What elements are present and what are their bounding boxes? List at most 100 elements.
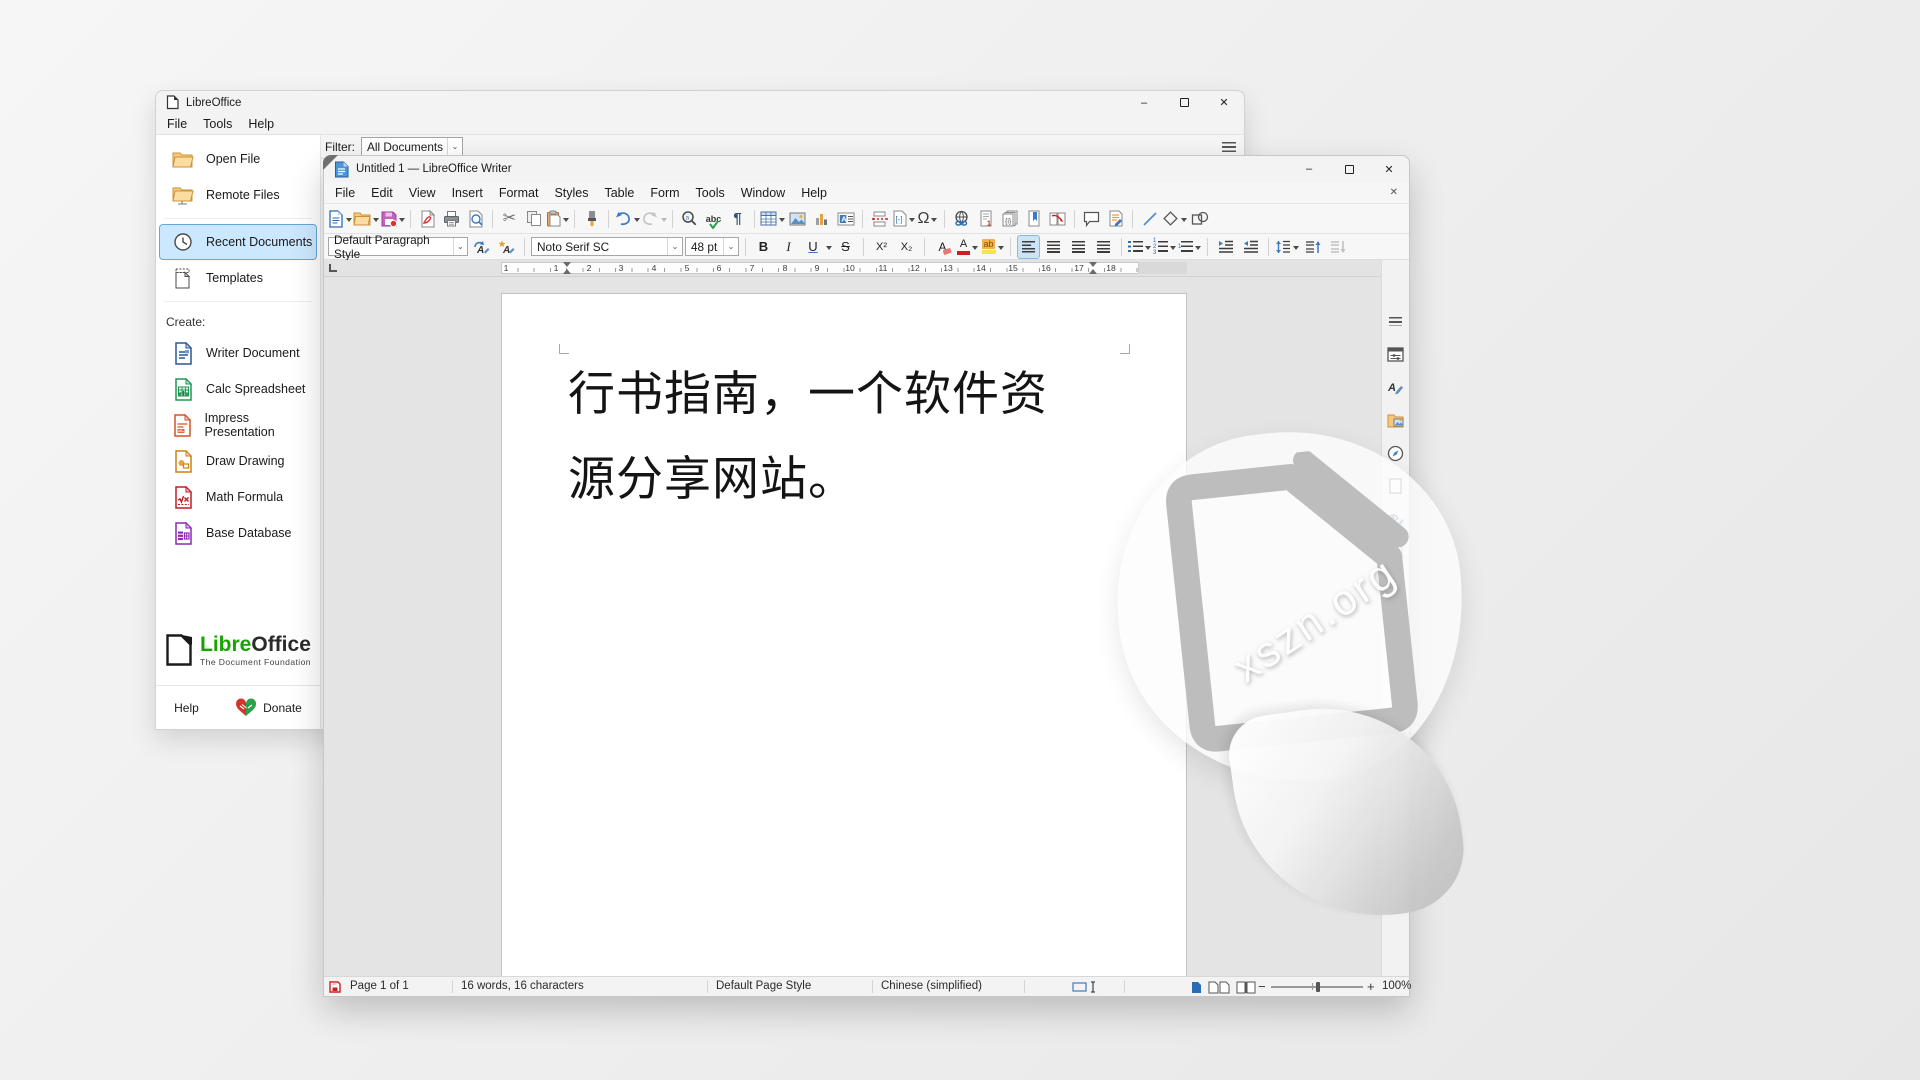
maximize-icon[interactable] — [1329, 156, 1369, 182]
clone-formatting-button[interactable] — [580, 207, 603, 231]
insert-footnote-button[interactable]: 1 — [974, 207, 997, 231]
sidebar-item-writer-document[interactable]: Writer Document — [159, 335, 317, 371]
status-zoom-level[interactable]: 100% — [1382, 980, 1411, 992]
selection-mode-icon[interactable] — [1072, 981, 1098, 996]
cut-button[interactable]: ✂ — [498, 207, 521, 231]
zoom-slider-handle[interactable] — [1316, 982, 1320, 992]
paragraph-style-combobox[interactable]: Default Paragraph Style⌄ — [328, 237, 468, 256]
align-left-button[interactable] — [1017, 235, 1040, 259]
sidebar-item-templates[interactable]: Templates — [159, 260, 317, 296]
unordered-list-button[interactable] — [1128, 235, 1151, 259]
sidebar-item-remote-files[interactable]: Remote Files — [159, 177, 317, 213]
highlight-color-button[interactable]: ab — [981, 235, 1004, 259]
tab-stop-type-selector[interactable] — [329, 264, 337, 272]
find-and-replace-button[interactable]: a — [678, 207, 701, 231]
subscript-button[interactable]: X₂ — [895, 235, 918, 259]
font-name-combobox[interactable]: Noto Serif SC⌄ — [531, 237, 683, 256]
track-changes-button[interactable] — [1104, 207, 1127, 231]
decrease-paragraph-spacing-button[interactable] — [1326, 235, 1349, 259]
gallery-icon[interactable] — [1385, 410, 1407, 430]
copy-button[interactable] — [522, 207, 545, 231]
sidebar-menu-icon[interactable] — [1385, 311, 1407, 331]
insert-comment-button[interactable] — [1080, 207, 1103, 231]
redo-button[interactable] — [641, 207, 667, 231]
underline-button[interactable]: U — [802, 235, 832, 259]
insert-image-button[interactable] — [786, 207, 809, 231]
zoom-out-icon[interactable]: − — [1258, 979, 1266, 994]
menu-insert[interactable]: Insert — [444, 185, 491, 201]
single-page-view-icon[interactable] — [1191, 981, 1202, 997]
print-button[interactable] — [440, 207, 463, 231]
first-line-indent-marker[interactable] — [563, 262, 571, 267]
justified-button[interactable] — [1092, 235, 1115, 259]
save-button[interactable] — [380, 207, 405, 231]
new-style-button[interactable]: A — [495, 235, 518, 259]
align-center-button[interactable] — [1042, 235, 1065, 259]
left-indent-marker[interactable] — [563, 269, 571, 274]
menu-help[interactable]: Help — [793, 185, 835, 201]
sidebar-item-open-file[interactable]: Open File — [159, 141, 317, 177]
paste-button[interactable] — [546, 207, 569, 231]
export-pdf-button[interactable] — [416, 207, 439, 231]
ordered-list-button[interactable]: 123 — [1153, 235, 1176, 259]
status-language[interactable]: Chinese (simplified) — [881, 980, 982, 992]
bold-button[interactable]: B — [752, 235, 775, 259]
menu-tools[interactable]: Tools — [195, 116, 240, 132]
maximize-icon[interactable] — [1164, 91, 1204, 114]
donate-button[interactable]: Donate — [263, 701, 302, 715]
minimize-icon[interactable]: – — [1124, 91, 1164, 114]
insert-table-button[interactable] — [760, 207, 785, 231]
show-draw-functions-button[interactable] — [1188, 207, 1211, 231]
filter-dropdown[interactable]: All Documents ⌄ — [361, 137, 463, 156]
clear-formatting-button[interactable]: A — [931, 235, 954, 259]
sidebar-item-recent-documents[interactable]: Recent Documents — [159, 224, 317, 260]
close-icon[interactable]: ✕ — [1369, 156, 1409, 182]
menu-styles[interactable]: Styles — [546, 185, 596, 201]
sidebar-item-impress-presentation[interactable]: Impress Presentation — [159, 407, 317, 443]
update-style-button[interactable]: A — [470, 235, 493, 259]
increase-indent-button[interactable] — [1214, 235, 1237, 259]
sidebar-item-base-database[interactable]: Base Database — [159, 515, 317, 551]
right-indent-marker-low[interactable] — [1089, 269, 1097, 274]
align-right-button[interactable] — [1067, 235, 1090, 259]
italic-button[interactable]: I — [777, 235, 800, 259]
insert-bookmark-button[interactable] — [1022, 207, 1045, 231]
menu-tools[interactable]: Tools — [688, 185, 733, 201]
menu-table[interactable]: Table — [596, 185, 642, 201]
basic-shapes-button[interactable] — [1162, 207, 1187, 231]
menu-form[interactable]: Form — [642, 185, 687, 201]
properties-icon[interactable] — [1385, 344, 1407, 364]
sidebar-item-draw-drawing[interactable]: Draw Drawing — [159, 443, 317, 479]
sidebar-item-math-formula[interactable]: Math Formula — [159, 479, 317, 515]
menu-window[interactable]: Window — [733, 185, 793, 201]
minimize-icon[interactable]: – — [1289, 156, 1329, 182]
insert-line-button[interactable] — [1138, 207, 1161, 231]
superscript-button[interactable]: X² — [870, 235, 893, 259]
help-button[interactable]: Help — [174, 701, 199, 715]
status-page-number[interactable]: Page 1 of 1 — [350, 980, 409, 992]
status-page-style[interactable]: Default Page Style — [716, 980, 811, 992]
insert-hyperlink-button[interactable] — [950, 207, 973, 231]
menu-file[interactable]: File — [327, 185, 363, 201]
document-text[interactable]: 行书指南，一个软件资 源分享网站。 — [568, 352, 1128, 522]
outline-list-button[interactable]: 1 — [1178, 235, 1201, 259]
close-document-icon[interactable]: ✕ — [1382, 187, 1406, 198]
strikethrough-button[interactable]: S — [834, 235, 857, 259]
new-document-button[interactable] — [328, 207, 352, 231]
menu-edit[interactable]: Edit — [363, 185, 401, 201]
view-menu-icon[interactable] — [1222, 142, 1236, 152]
font-size-combobox[interactable]: 48 pt⌄ — [685, 237, 739, 256]
right-indent-marker[interactable] — [1089, 262, 1097, 267]
font-color-button[interactable]: A — [956, 235, 979, 259]
insert-special-character-button[interactable]: Ω — [916, 207, 939, 231]
insert-chart-button[interactable] — [810, 207, 833, 231]
sidebar-item-calc-spreadsheet[interactable]: Calc Spreadsheet — [159, 371, 317, 407]
decrease-indent-button[interactable] — [1239, 235, 1262, 259]
line-spacing-button[interactable] — [1275, 235, 1299, 259]
multi-page-view-icon[interactable] — [1208, 981, 1230, 997]
insert-text-box-button[interactable]: A — [834, 207, 857, 231]
menu-file[interactable]: File — [159, 116, 195, 132]
spelling-button[interactable]: abc — [702, 207, 725, 231]
menu-help[interactable]: Help — [240, 116, 282, 132]
insert-cross-reference-button[interactable] — [1046, 207, 1069, 231]
